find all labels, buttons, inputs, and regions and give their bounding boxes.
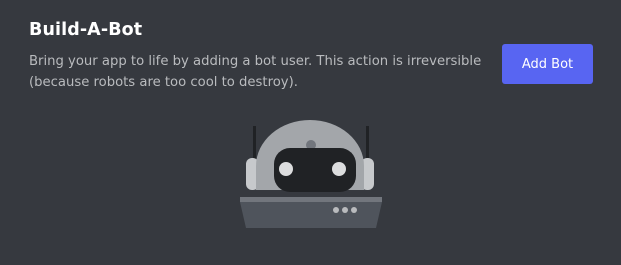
section-title: Build-A-Bot — [29, 20, 143, 40]
robot-base — [240, 202, 382, 228]
build-a-bot-section: Build-A-Bot Bring your app to life by ad… — [0, 0, 621, 265]
robot-icon — [240, 120, 382, 228]
base-top — [240, 197, 382, 202]
base-dot-3 — [351, 207, 357, 213]
base-dot-2 — [342, 207, 348, 213]
base-dot-1 — [333, 207, 339, 213]
add-bot-button[interactable]: Add Bot — [502, 44, 593, 84]
eye-left — [279, 162, 293, 176]
eye-right — [332, 162, 346, 176]
section-description: Bring your app to life by adding a bot u… — [29, 54, 482, 90]
